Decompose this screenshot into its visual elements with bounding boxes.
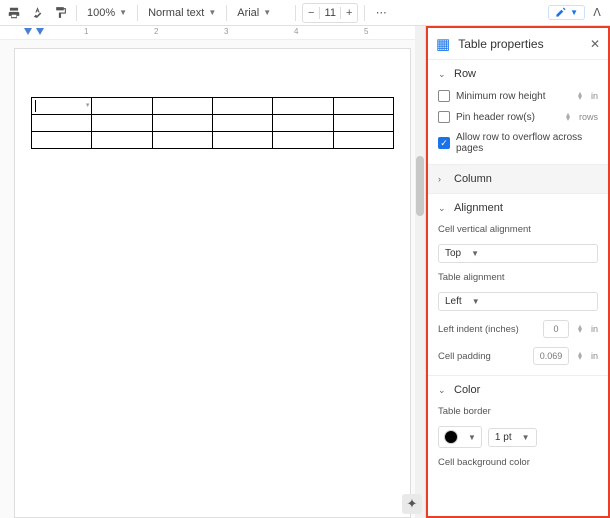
column-section-header[interactable]: ›Column bbox=[428, 165, 608, 193]
close-icon[interactable]: ✕ bbox=[590, 37, 600, 51]
more-tools-icon[interactable]: ⋯ bbox=[371, 3, 391, 23]
min-row-height-checkbox[interactable] bbox=[438, 90, 450, 102]
pin-header-label: Pin header row(s) bbox=[456, 112, 557, 123]
table-properties-panel: ▦ Table properties ✕ ⌄Row Minimum row he… bbox=[426, 26, 610, 518]
chevron-down-icon: ⌄ bbox=[438, 69, 448, 80]
indent-input[interactable] bbox=[543, 320, 569, 338]
color-section-header[interactable]: ⌄Color bbox=[428, 376, 608, 404]
vert-align-select[interactable]: Top▼ bbox=[438, 244, 598, 263]
style-dropdown[interactable]: Normal text▼ bbox=[144, 3, 220, 23]
panel-title: Table properties bbox=[458, 37, 582, 51]
overflow-label: Allow row to overflow across pages bbox=[456, 132, 598, 154]
padding-label: Cell padding bbox=[438, 351, 527, 362]
table-row bbox=[32, 115, 394, 132]
vert-align-label: Cell vertical alignment bbox=[438, 224, 598, 235]
font-size-increase[interactable]: + bbox=[341, 7, 357, 19]
overflow-checkbox[interactable]: ✓ bbox=[438, 137, 450, 149]
border-width-select[interactable]: 1 pt▼ bbox=[488, 428, 537, 447]
font-size-value[interactable]: 11 bbox=[319, 7, 341, 19]
chevron-down-icon: ⌄ bbox=[438, 203, 448, 214]
bg-color-label: Cell background color bbox=[438, 457, 598, 468]
scrollbar[interactable] bbox=[415, 26, 425, 518]
row-section-header[interactable]: ⌄Row bbox=[428, 60, 608, 88]
chevron-down-icon: ⌄ bbox=[438, 385, 448, 396]
alignment-section-header[interactable]: ⌄Alignment bbox=[428, 194, 608, 222]
chevron-right-icon: › bbox=[438, 174, 448, 184]
table-row bbox=[32, 132, 394, 149]
padding-input[interactable] bbox=[533, 347, 569, 365]
spellcheck-icon[interactable] bbox=[27, 3, 47, 23]
table-align-label: Table alignment bbox=[438, 272, 598, 283]
ruler[interactable]: 1 2 3 4 5 bbox=[0, 26, 425, 40]
paint-format-icon[interactable] bbox=[50, 3, 70, 23]
table-icon: ▦ bbox=[436, 35, 450, 53]
cell-menu-icon[interactable]: ▾ bbox=[86, 101, 90, 109]
explore-button[interactable]: ✦ bbox=[402, 494, 422, 514]
editing-mode-button[interactable]: ▼ bbox=[548, 5, 585, 20]
pin-header-checkbox[interactable] bbox=[438, 111, 450, 123]
table-row: ▾ bbox=[32, 98, 394, 115]
zoom-dropdown[interactable]: 100%▼ bbox=[83, 3, 131, 23]
page[interactable]: ▾ bbox=[14, 48, 411, 518]
border-label: Table border bbox=[438, 406, 598, 417]
toolbar: 100%▼ Normal text▼ Arial▼ − 11 + ⋯ ▼ ᐱ bbox=[0, 0, 610, 26]
table-align-select[interactable]: Left▼ bbox=[438, 292, 598, 311]
indent-label: Left indent (inches) bbox=[438, 324, 537, 335]
print-icon[interactable] bbox=[4, 3, 24, 23]
border-color-select[interactable]: ▼ bbox=[438, 426, 482, 448]
document-table[interactable]: ▾ bbox=[31, 97, 394, 149]
collapse-toolbar-button[interactable]: ᐱ bbox=[588, 6, 606, 19]
font-dropdown[interactable]: Arial▼ bbox=[233, 3, 289, 23]
min-row-height-label: Minimum row height bbox=[456, 91, 569, 102]
font-size-control: − 11 + bbox=[302, 3, 358, 23]
document-area: 1 2 3 4 5 ▾ ✦ bbox=[0, 26, 426, 518]
font-size-decrease[interactable]: − bbox=[303, 7, 319, 19]
